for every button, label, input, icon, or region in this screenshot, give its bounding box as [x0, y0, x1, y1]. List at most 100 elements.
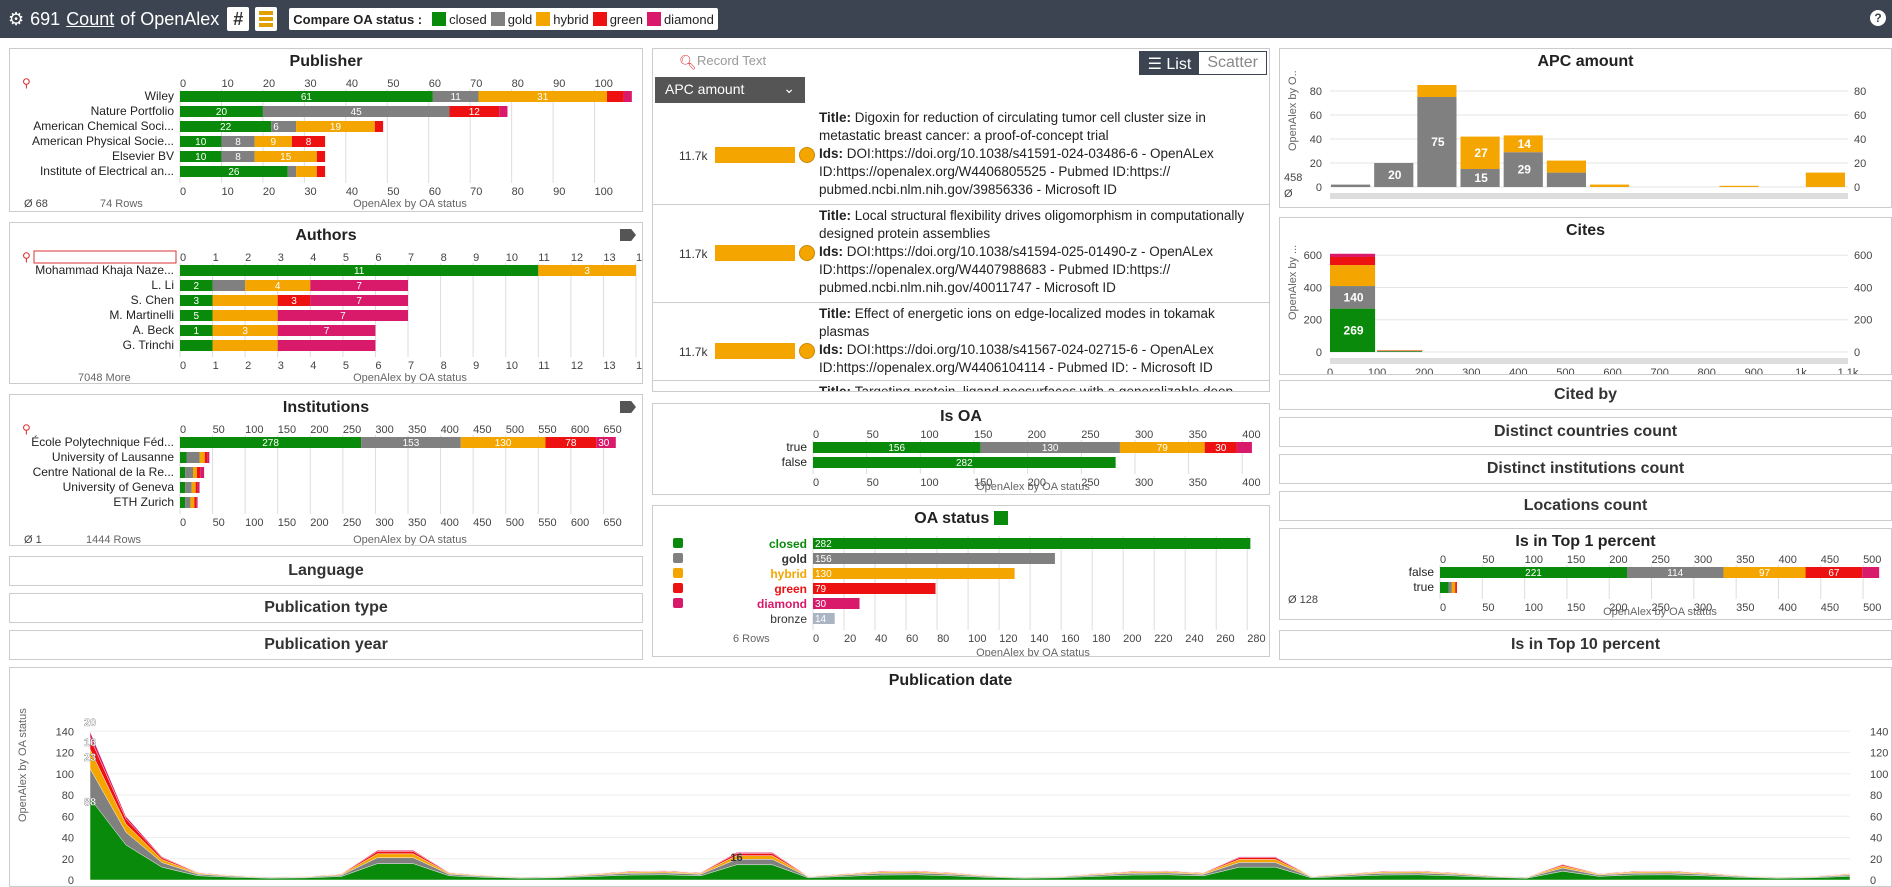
row-label: gold — [782, 552, 807, 566]
publication-date-chart[interactable]: 0 0 20 20 40 40 60 60 80 80 100 100 120 120 140 140 Open… — [10, 692, 1892, 887]
tick-label: 0 — [68, 875, 74, 887]
publication-type-panel[interactable]: Publication type — [9, 593, 643, 623]
institutions-chart[interactable]: 0 0 50 50 100 100 150 150 200 200 250 250 300 300 350 3… — [10, 417, 643, 546]
tick-label: 650 — [603, 517, 621, 529]
bar-value-label: 278 — [262, 438, 279, 449]
bar-value-label: 269 — [1344, 323, 1364, 337]
status-dot — [799, 245, 815, 261]
publisher-chart[interactable]: 0 0 10 10 20 20 30 30 40 40 50 50 60 60 70 70 80 80 90 90 10… — [10, 71, 643, 211]
peak-label: 16 — [84, 737, 96, 749]
tick-label: 0 — [1440, 602, 1446, 614]
tick-label: 300 — [1135, 477, 1153, 489]
row-label: Centre National de la Re... — [33, 465, 174, 479]
row-label: bronze — [770, 612, 807, 626]
legend-closed[interactable]: closed — [449, 12, 487, 27]
scatter-view-button[interactable]: Scatter — [1199, 52, 1266, 74]
record-text: Title: Targeting protein–ligand neosurfa… — [819, 384, 1234, 392]
panel-title: Is OA — [940, 408, 982, 425]
area-series — [89, 731, 1851, 881]
hash-button[interactable]: # — [227, 7, 250, 31]
record-item[interactable]: Title: Targeting protein–ligand neosurfa… — [653, 381, 1269, 392]
top1-chart[interactable]: 0050501001001501502002002502503003003503… — [1280, 549, 1892, 619]
tick-label: 100 — [1525, 554, 1543, 566]
tick-label: 7k — [1626, 206, 1638, 208]
cited-by-panel[interactable]: Cited by — [1279, 380, 1892, 410]
record-item[interactable]: 11.7k Title: Digoxin for reduction of cir… — [653, 107, 1269, 205]
bar-value-label: 22 — [220, 122, 232, 133]
count-dropdown[interactable]: Count — [66, 9, 114, 30]
tick-label: 4 — [310, 252, 316, 264]
tick-label: 240 — [1185, 633, 1203, 645]
of-openalex-label: of OpenAlex — [120, 8, 220, 29]
language-panel[interactable]: Language — [9, 556, 643, 586]
distinct-countries-panel[interactable]: Distinct countries count — [1279, 417, 1892, 447]
bar-value-label: 14 — [815, 614, 827, 625]
tick-label: 13 — [603, 360, 615, 372]
publication-date-panel: Publication date 0 0 20 20 40 40 60 60 80 80 100 10… — [9, 667, 1892, 887]
record-item[interactable]: 11.7k Title: Local structural flexibility… — [653, 205, 1269, 303]
bar-segment — [212, 310, 278, 321]
tick-label: 0 — [1440, 554, 1446, 566]
distinct-institutions-panel[interactable]: Distinct institutions count — [1279, 454, 1892, 484]
tick-label: 20 — [263, 78, 275, 90]
record-search-input[interactable]: Record Text — [697, 53, 766, 68]
histogram-bar — [1719, 185, 1759, 187]
tick-label: 500 — [506, 517, 524, 529]
institutions-panel: Institutions 0 0 50 50 100 100 150 150 200 200 250… — [9, 394, 643, 546]
record-item[interactable]: 11.7k Title: Effect of energetic ions on … — [653, 303, 1269, 381]
bar-segment — [196, 467, 201, 478]
locations-count-panel[interactable]: Locations count — [1279, 491, 1892, 521]
compare-oa-legend[interactable]: Compare OA status : closed gold hybrid g… — [289, 8, 718, 30]
legend-diamond[interactable]: diamond — [664, 12, 714, 27]
bar-segment — [1455, 582, 1457, 593]
tick-label: 1k — [1367, 206, 1379, 208]
tick-label: 140 — [1030, 633, 1048, 645]
y-axis-label: OpenAlex by ... — [1287, 245, 1299, 320]
bar-value-label: 45 — [351, 107, 363, 118]
list-view-button[interactable]: ☰ List — [1139, 52, 1200, 74]
tick-label: 40 — [1870, 833, 1882, 845]
gear-icon[interactable]: ⚙ — [8, 9, 24, 30]
tick-label: 10 — [221, 78, 233, 90]
tick-label: 20 — [1870, 854, 1882, 866]
tick-label: 10 — [506, 252, 518, 264]
legend-swatch-hybrid — [536, 12, 551, 26]
tick-label: 0 — [1327, 367, 1333, 375]
tick-label: 8 — [441, 252, 447, 264]
record-amount-bar — [715, 245, 795, 261]
bar-value-label: 75 — [1431, 135, 1445, 149]
tick-label: 0 — [180, 186, 186, 198]
search-icon: ⚲ — [22, 250, 31, 264]
bar-value-label: 61 — [301, 92, 313, 103]
authors-chart[interactable]: 0011223344556677889910101111121213131414… — [10, 245, 643, 384]
legend-hybrid[interactable]: hybrid — [553, 12, 588, 27]
bar — [813, 553, 1055, 564]
apc-chart[interactable]: 0 0 20 20 40 40 60 60 80 80 20 75 15 27 29 14 0 1k 2k 3k 4k 5… — [1280, 71, 1892, 208]
tick-label: 10k — [1753, 206, 1771, 208]
bar-value-label: 7 — [340, 311, 346, 322]
peak-label: 16 — [730, 852, 742, 864]
legend-green[interactable]: green — [610, 12, 643, 27]
tick-label: 100 — [920, 477, 938, 489]
bar-segment — [287, 166, 297, 177]
stack-chart-button[interactable] — [255, 7, 278, 31]
tick-label: 200 — [1028, 429, 1046, 441]
publication-year-panel[interactable]: Publication year — [9, 630, 643, 660]
view-toggle: ☰ List Scatter — [1138, 51, 1267, 75]
tick-label: 2 — [245, 360, 251, 372]
bar-value-label: 156 — [815, 554, 832, 565]
legend-swatch-diamond — [646, 12, 661, 26]
legend-gold[interactable]: gold — [508, 12, 533, 27]
sort-dropdown[interactable]: APC amount ⌄ — [655, 77, 805, 103]
top10-panel[interactable]: Is in Top 10 percent — [1279, 630, 1892, 660]
is-oa-chart[interactable]: 0050501001001501502002002502503003003503… — [653, 424, 1270, 494]
help-icon[interactable]: ? — [1870, 10, 1886, 26]
bar-value-label: 1 — [194, 326, 200, 337]
status-checkbox — [673, 553, 683, 563]
cites-chart[interactable]: 0 0200 200400 400600 6002691400 100 200 300 400 5… — [1280, 240, 1892, 375]
tick-label: 9 — [473, 252, 479, 264]
bar-value-label: 114 — [1667, 568, 1683, 579]
histogram-bar — [1590, 184, 1630, 187]
row-label: S. Chen — [131, 293, 174, 307]
oa-status-chart[interactable]: 0 20 40 60 80 100 120 140 160 180 200 220 240 260 280 c… — [653, 528, 1270, 656]
